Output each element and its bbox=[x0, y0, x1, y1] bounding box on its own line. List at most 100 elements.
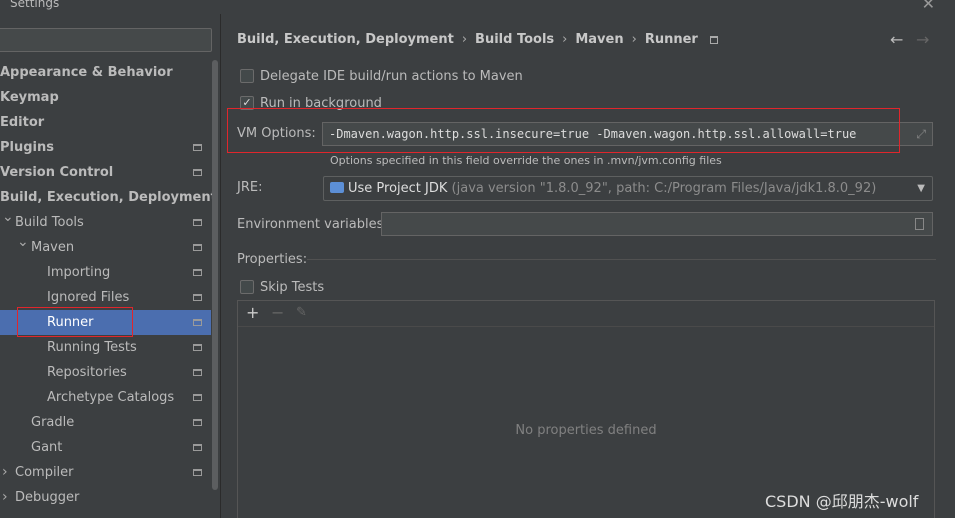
watermark: CSDN @邱朋杰-wolf bbox=[765, 492, 919, 511]
sidebar-item-label: Ignored Files bbox=[47, 290, 130, 305]
browse-icon[interactable] bbox=[915, 218, 924, 230]
env-variables-input[interactable] bbox=[381, 212, 933, 236]
sidebar-item-label: Plugins bbox=[0, 140, 54, 155]
settings-search-input[interactable] bbox=[0, 28, 212, 52]
vm-options-input[interactable]: -Dmaven.wagon.http.ssl.insecure=true -Dm… bbox=[322, 122, 933, 146]
project-scope-icon bbox=[193, 469, 202, 476]
project-scope-icon bbox=[193, 294, 202, 301]
title-bar: Settings ✕ bbox=[0, 0, 955, 14]
sidebar-item-label: Gant bbox=[31, 440, 63, 455]
sidebar-item-editor[interactable]: Editor bbox=[0, 110, 211, 135]
sidebar-item-label: Compiler bbox=[15, 465, 74, 480]
delegate-checkbox[interactable] bbox=[240, 68, 254, 83]
sidebar-item-label: Editor bbox=[0, 115, 45, 130]
properties-table: + − ✎ No properties defined bbox=[237, 300, 935, 518]
sidebar-item-build-execution-deployment[interactable]: Build, Execution, Deployment bbox=[0, 185, 217, 210]
chevron-right-icon[interactable]: › bbox=[2, 460, 8, 485]
add-icon[interactable]: + bbox=[246, 303, 259, 322]
properties-toolbar: + − ✎ bbox=[238, 301, 934, 327]
project-scope-icon bbox=[193, 319, 202, 326]
run-in-background-checkbox[interactable]: ✓ bbox=[240, 95, 254, 110]
sidebar-item-debugger[interactable]: › Debugger bbox=[0, 485, 211, 510]
chevron-right-icon[interactable]: › bbox=[2, 485, 8, 510]
breadcrumb-separator: › bbox=[562, 32, 568, 47]
project-scope-icon bbox=[193, 244, 202, 251]
sidebar-item-label: Repositories bbox=[47, 365, 127, 380]
sidebar-item-appearance-behavior[interactable]: Appearance & Behavior bbox=[0, 60, 211, 85]
breadcrumb-separator: › bbox=[631, 32, 637, 47]
sidebar-item-label: Running Tests bbox=[47, 340, 137, 355]
sidebar-item-archetype-catalogs[interactable]: Archetype Catalogs bbox=[0, 385, 211, 410]
sidebar-item-maven[interactable]: ⌄ Maven bbox=[0, 234, 211, 260]
jdk-folder-icon bbox=[330, 182, 344, 193]
jre-select[interactable]: Use Project JDK (java version "1.8.0_92"… bbox=[323, 176, 933, 201]
back-arrow-icon[interactable]: ← bbox=[890, 30, 903, 49]
close-icon[interactable]: ✕ bbox=[922, 0, 935, 13]
sidebar-item-ignored-files[interactable]: Ignored Files bbox=[0, 285, 211, 310]
breadcrumb-item[interactable]: Build, Execution, Deployment bbox=[237, 32, 454, 47]
properties-empty-text: No properties defined bbox=[515, 423, 657, 438]
sidebar-item-gant[interactable]: Gant bbox=[0, 435, 211, 460]
project-scope-icon bbox=[193, 269, 202, 276]
sidebar-item-label: Gradle bbox=[31, 415, 75, 430]
sidebar-item-label: Keymap bbox=[0, 90, 59, 105]
sidebar-item-label: Importing bbox=[47, 265, 111, 280]
breadcrumb-separator: › bbox=[461, 32, 468, 47]
project-scope-icon bbox=[193, 144, 202, 151]
skip-tests-option[interactable]: Skip Tests bbox=[240, 279, 325, 298]
chevron-down-icon[interactable]: ▼ bbox=[917, 177, 925, 200]
edit-pencil-icon[interactable]: ✎ bbox=[296, 305, 307, 320]
project-scope-icon bbox=[193, 219, 202, 226]
sidebar-item-compiler[interactable]: › Compiler bbox=[0, 460, 211, 485]
properties-title: Properties: bbox=[237, 252, 308, 267]
vm-options-label: VM Options: bbox=[237, 126, 316, 141]
breadcrumb-item[interactable]: Build Tools bbox=[475, 32, 554, 47]
sidebar-item-repositories[interactable]: Repositories bbox=[0, 360, 211, 385]
project-scope-icon bbox=[709, 35, 718, 44]
delegate-label: Delegate IDE build/run actions to Maven bbox=[260, 69, 523, 84]
jre-selected-value: Use Project JDK bbox=[348, 181, 448, 196]
settings-sidebar: Appearance & Behavior Keymap Editor Plugins… bbox=[0, 14, 221, 518]
skip-tests-checkbox[interactable] bbox=[240, 279, 254, 294]
env-variables-label: Environment variables: bbox=[237, 217, 388, 232]
breadcrumb-item[interactable]: Maven bbox=[575, 32, 623, 47]
sidebar-item-label: Maven bbox=[31, 240, 75, 255]
jre-detail: (java version "1.8.0_92", path: C:/Progr… bbox=[447, 181, 877, 196]
project-scope-icon bbox=[193, 369, 202, 376]
vm-options-value: -Dmaven.wagon.http.ssl.insecure=true -Dm… bbox=[329, 127, 857, 141]
project-scope-icon bbox=[193, 344, 202, 351]
jre-label: JRE: bbox=[237, 180, 263, 195]
sidebar-item-keymap[interactable]: Keymap bbox=[0, 85, 211, 110]
sidebar-item-label: Appearance & Behavior bbox=[0, 65, 173, 80]
sidebar-item-label: Archetype Catalogs bbox=[47, 390, 175, 405]
settings-content: Build, Execution, Deployment › Build Tools… bbox=[222, 14, 955, 518]
sidebar-scrollbar[interactable] bbox=[212, 60, 218, 490]
chevron-down-icon[interactable]: ⌄ bbox=[2, 205, 14, 230]
sidebar-item-build-tools[interactable]: ⌄ Build Tools bbox=[0, 209, 211, 235]
project-scope-icon bbox=[193, 394, 202, 401]
sidebar-item-gradle[interactable]: Gradle bbox=[0, 410, 211, 435]
sidebar-item-label: Runner bbox=[47, 315, 94, 330]
sidebar-item-runner[interactable]: Runner bbox=[0, 310, 211, 335]
run-in-background-label: Run in background bbox=[260, 96, 382, 111]
sidebar-item-label: Version Control bbox=[0, 165, 114, 180]
breadcrumb-item: Runner bbox=[644, 32, 698, 47]
sidebar-item-importing[interactable]: Importing bbox=[0, 260, 211, 285]
breadcrumb: Build, Execution, Deployment › Build Tools… bbox=[237, 32, 718, 47]
project-scope-icon bbox=[193, 444, 202, 451]
chevron-down-icon[interactable]: ⌄ bbox=[17, 230, 29, 255]
sidebar-item-label: Debugger bbox=[15, 490, 80, 505]
remove-icon[interactable]: − bbox=[271, 303, 284, 322]
sidebar-item-plugins[interactable]: Plugins bbox=[0, 135, 211, 160]
skip-tests-label: Skip Tests bbox=[260, 280, 325, 295]
sidebar-item-version-control[interactable]: Version Control bbox=[0, 160, 211, 185]
forward-arrow-icon[interactable]: → bbox=[916, 30, 929, 49]
project-scope-icon bbox=[193, 169, 202, 176]
expand-icon[interactable]: ⤢ bbox=[916, 123, 926, 145]
sidebar-item-label: Build, Execution, Deployment bbox=[0, 190, 217, 205]
run-in-background-option[interactable]: ✓ Run in background bbox=[240, 95, 382, 114]
delegate-option[interactable]: Delegate IDE build/run actions to Maven bbox=[240, 68, 523, 87]
vm-options-hint: Options specified in this field override… bbox=[330, 154, 722, 167]
project-scope-icon bbox=[193, 419, 202, 426]
sidebar-item-running-tests[interactable]: Running Tests bbox=[0, 335, 211, 360]
